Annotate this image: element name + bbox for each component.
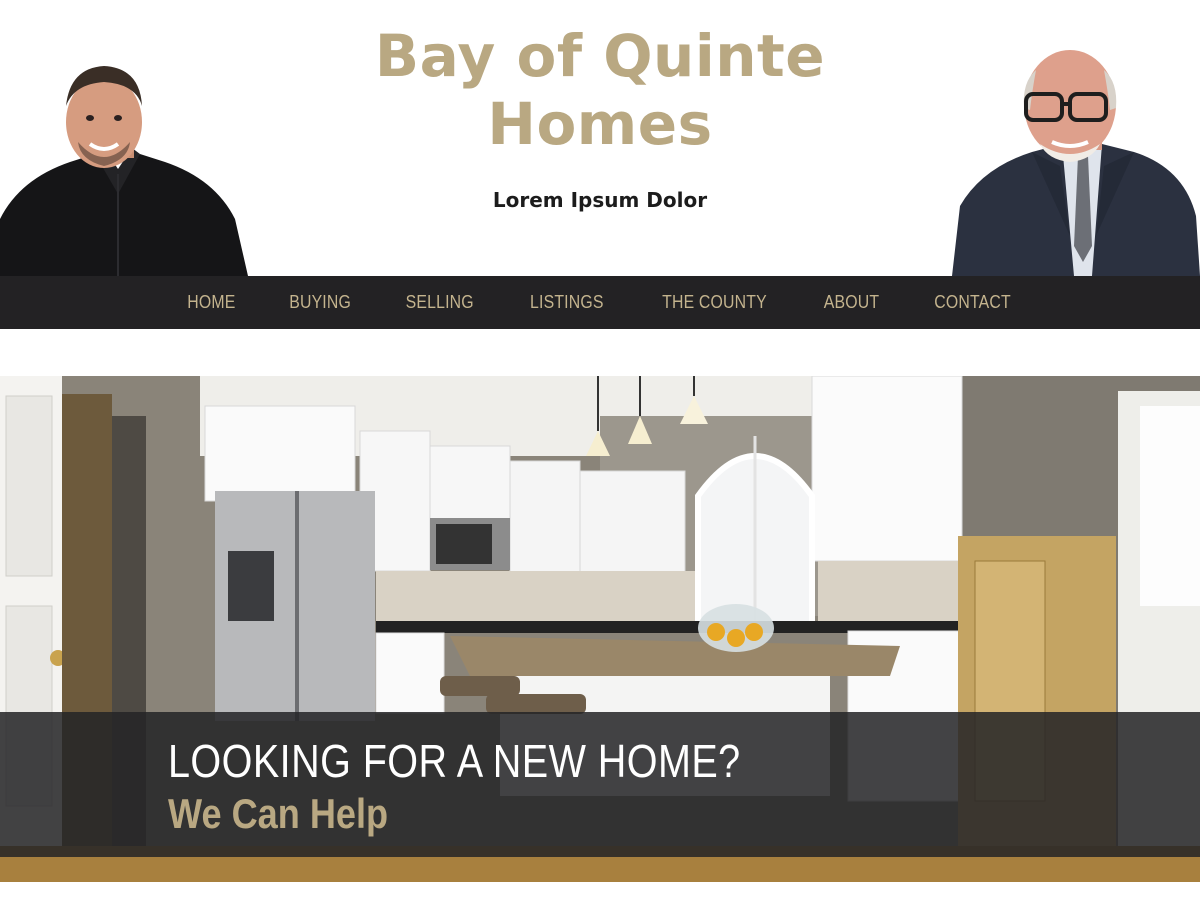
nav-item-selling[interactable]: SELLING bbox=[406, 292, 474, 313]
hero-banner: LOOKING FOR A NEW HOME? We Can Help bbox=[0, 712, 1200, 857]
nav-item-listings[interactable]: LISTINGS bbox=[530, 292, 604, 313]
nav-item-contact[interactable]: CONTACT bbox=[934, 292, 1011, 313]
nav-item-buying[interactable]: BUYING bbox=[289, 292, 351, 313]
nav-item-home[interactable]: HOME bbox=[188, 292, 236, 313]
nav-item-about[interactable]: ABOUT bbox=[823, 292, 878, 313]
nav-item-the-county[interactable]: THE COUNTY bbox=[662, 292, 767, 313]
agent-photo-right bbox=[952, 46, 1200, 276]
hero-headline: LOOKING FOR A NEW HOME? bbox=[168, 735, 741, 787]
main-navigation: HOME BUYING SELLING LISTINGS THE COUNTY … bbox=[0, 276, 1200, 329]
hero-section: LOOKING FOR A NEW HOME? We Can Help bbox=[0, 376, 1200, 882]
site-header: Bay of Quinte Homes Lorem Ipsum Dolor bbox=[0, 0, 1200, 276]
hero-subheadline[interactable]: We Can Help bbox=[168, 790, 388, 838]
